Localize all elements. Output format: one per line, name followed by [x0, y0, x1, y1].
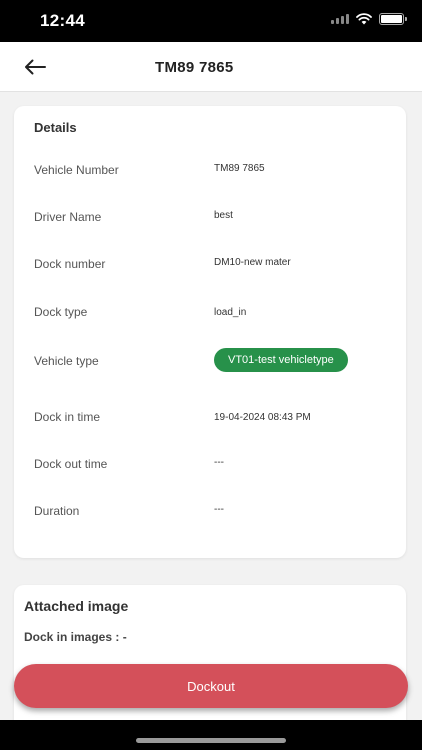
- status-bar: 12:44: [0, 0, 422, 42]
- detail-value: DM10-new mater: [214, 257, 291, 268]
- arrow-left-icon: [25, 59, 46, 75]
- detail-label: Dock type: [34, 305, 88, 319]
- detail-row-dock-type: Dock type load_in: [14, 305, 406, 329]
- bottom-bar: [0, 720, 422, 750]
- attached-image-title: Attached image: [24, 598, 129, 614]
- detail-label: Dock in time: [34, 410, 101, 424]
- cellular-signal-icon: [331, 14, 349, 24]
- detail-row-duration: Duration ---: [14, 504, 406, 528]
- detail-row-driver-name: Driver Name best: [14, 210, 406, 234]
- detail-label: Driver Name: [34, 210, 102, 224]
- details-title: Details: [34, 120, 77, 135]
- app-header: TM89 7865: [0, 42, 422, 92]
- detail-row-dock-number: Dock number DM10-new mater: [14, 257, 406, 281]
- detail-value: TM89 7865: [214, 163, 265, 174]
- detail-value: ---: [214, 504, 224, 515]
- detail-row-dock-out-time: Dock out time ---: [14, 457, 406, 481]
- back-button[interactable]: [22, 55, 48, 79]
- detail-label: Vehicle Number: [34, 163, 119, 177]
- detail-label: Duration: [34, 504, 80, 518]
- battery-icon: [379, 13, 407, 25]
- status-icons: [331, 13, 407, 25]
- details-card: Details Vehicle Number TM89 7865 Driver …: [14, 106, 406, 558]
- detail-label: Dock number: [34, 257, 106, 271]
- detail-value: ---: [214, 457, 224, 468]
- vehicle-type-badge: VT01-test vehicletype: [214, 348, 348, 372]
- dock-in-images-label: Dock in images : -: [24, 630, 127, 644]
- dockout-button[interactable]: Dockout: [14, 664, 408, 708]
- detail-value: load_in: [214, 307, 247, 318]
- detail-label: Dock out time: [34, 457, 108, 471]
- detail-value: best: [214, 210, 233, 221]
- wifi-icon: [356, 13, 372, 25]
- detail-row-vehicle-number: Vehicle Number TM89 7865: [14, 163, 406, 187]
- detail-value: 19-04-2024 08:43 PM: [214, 412, 311, 423]
- page-title: TM89 7865: [155, 59, 234, 76]
- status-time: 12:44: [40, 11, 85, 30]
- content-area[interactable]: Details Vehicle Number TM89 7865 Driver …: [0, 92, 422, 720]
- detail-row-vehicle-type: Vehicle type VT01-test vehicletype: [14, 348, 406, 378]
- home-indicator[interactable]: [136, 738, 286, 743]
- detail-row-dock-in-time: Dock in time 19-04-2024 08:43 PM: [14, 410, 406, 434]
- detail-label: Vehicle type: [34, 354, 99, 368]
